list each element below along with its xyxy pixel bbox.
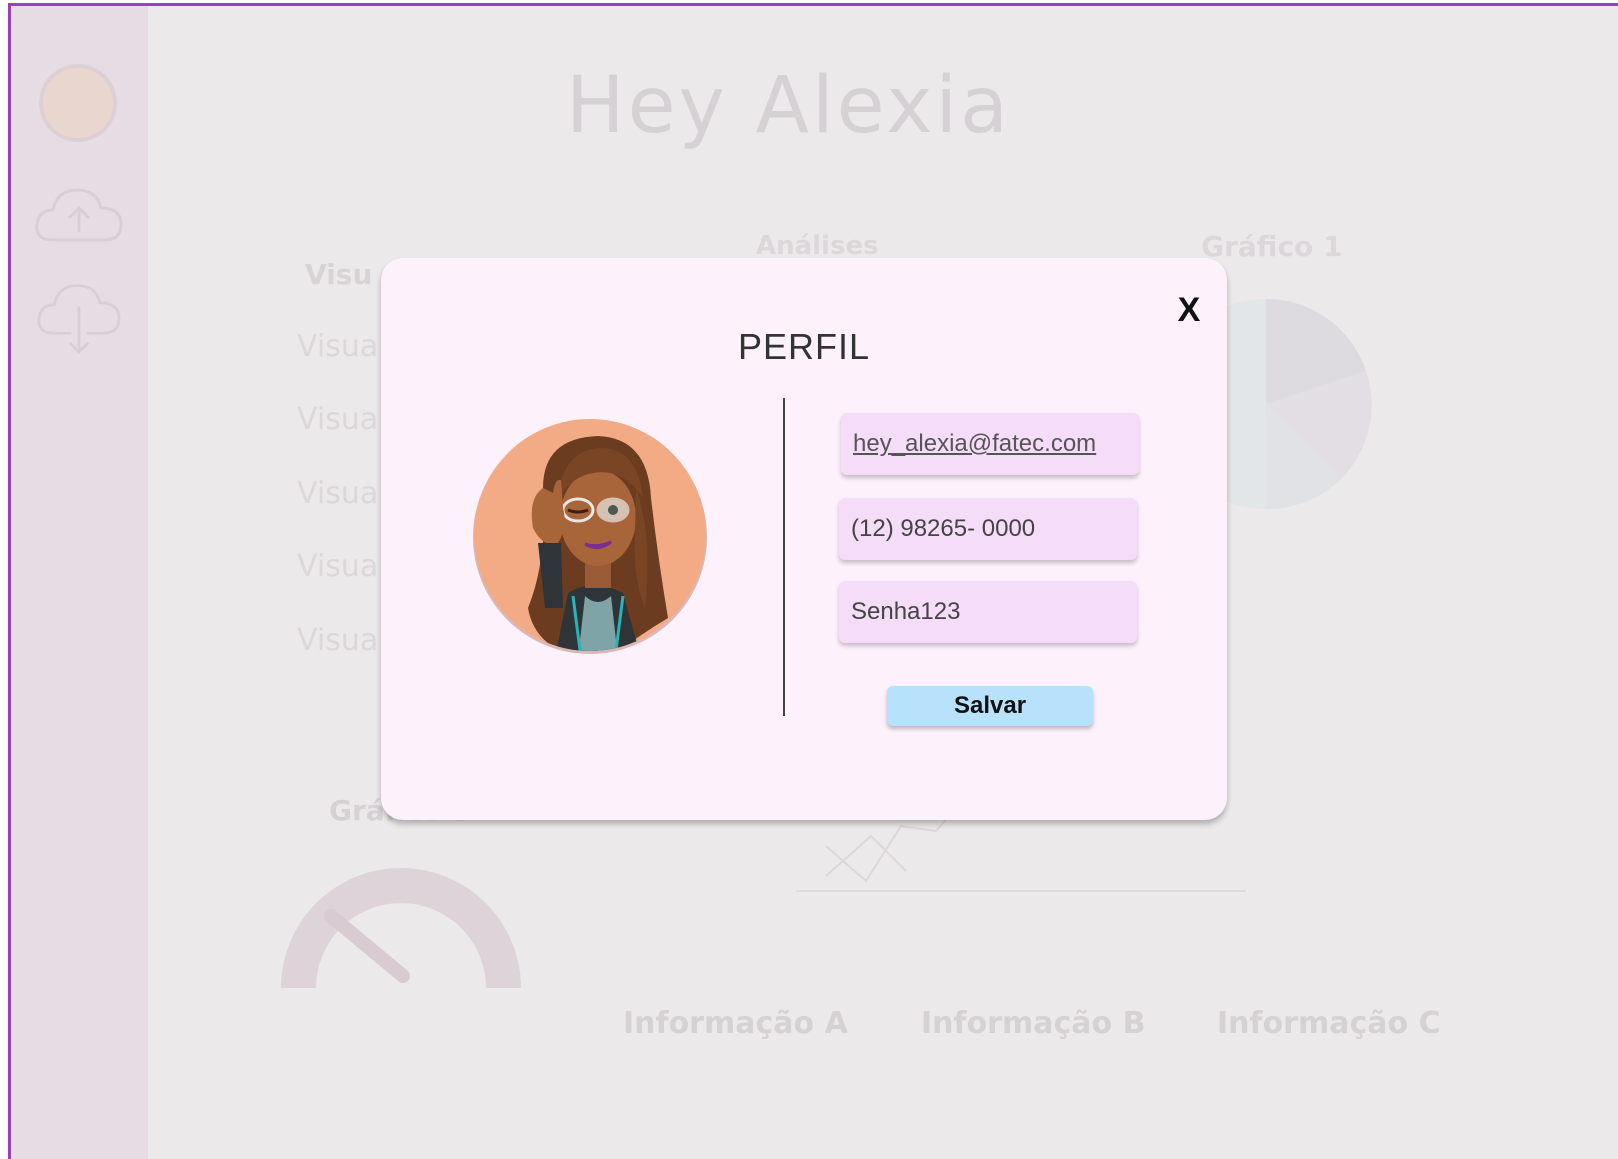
close-button[interactable]: X <box>1173 292 1205 328</box>
cloud-download-icon[interactable] <box>31 278 127 358</box>
visualization-item[interactable]: Visua <box>297 623 378 658</box>
visualization-item[interactable]: Visua <box>297 329 378 364</box>
grafico1-label: Gráfico 1 <box>1201 230 1343 263</box>
greeting-title: Hey Alexia <box>566 61 1011 151</box>
app-window: Hey Alexia Análises Gráfico 1 Visu Visua… <box>8 3 1618 1159</box>
info-label-b: Informação B <box>921 1006 1146 1041</box>
visualization-item[interactable]: Visua <box>297 402 378 437</box>
pie-chart <box>1211 299 1372 510</box>
cloud-upload-icon[interactable] <box>31 178 127 258</box>
profile-avatar[interactable] <box>473 418 707 660</box>
phone-field[interactable]: (12) 98265- 0000 <box>839 498 1137 560</box>
analises-label: Análises <box>756 231 879 261</box>
visualization-item[interactable]: Visua <box>297 476 378 511</box>
visualization-header: Visu <box>305 258 373 291</box>
modal-title: PERFIL <box>737 326 871 367</box>
password-field[interactable]: Senha123 <box>839 581 1137 643</box>
visualization-item[interactable]: Visua <box>297 549 378 584</box>
email-field[interactable]: hey_alexia@fatec.com <box>841 413 1139 475</box>
sidebar-avatar[interactable] <box>39 64 117 142</box>
sidebar <box>11 6 148 1159</box>
info-label-c: Informação C <box>1217 1006 1441 1041</box>
profile-modal: PERFIL X hey_alexia@fatec.com (12) 98265… <box>381 258 1227 820</box>
save-button[interactable]: Salvar <box>887 686 1093 726</box>
gauge-chart <box>281 868 521 988</box>
info-label-a: Informação A <box>623 1006 848 1041</box>
email-value: hey_alexia@fatec.com <box>853 430 1097 457</box>
modal-divider <box>783 398 785 716</box>
